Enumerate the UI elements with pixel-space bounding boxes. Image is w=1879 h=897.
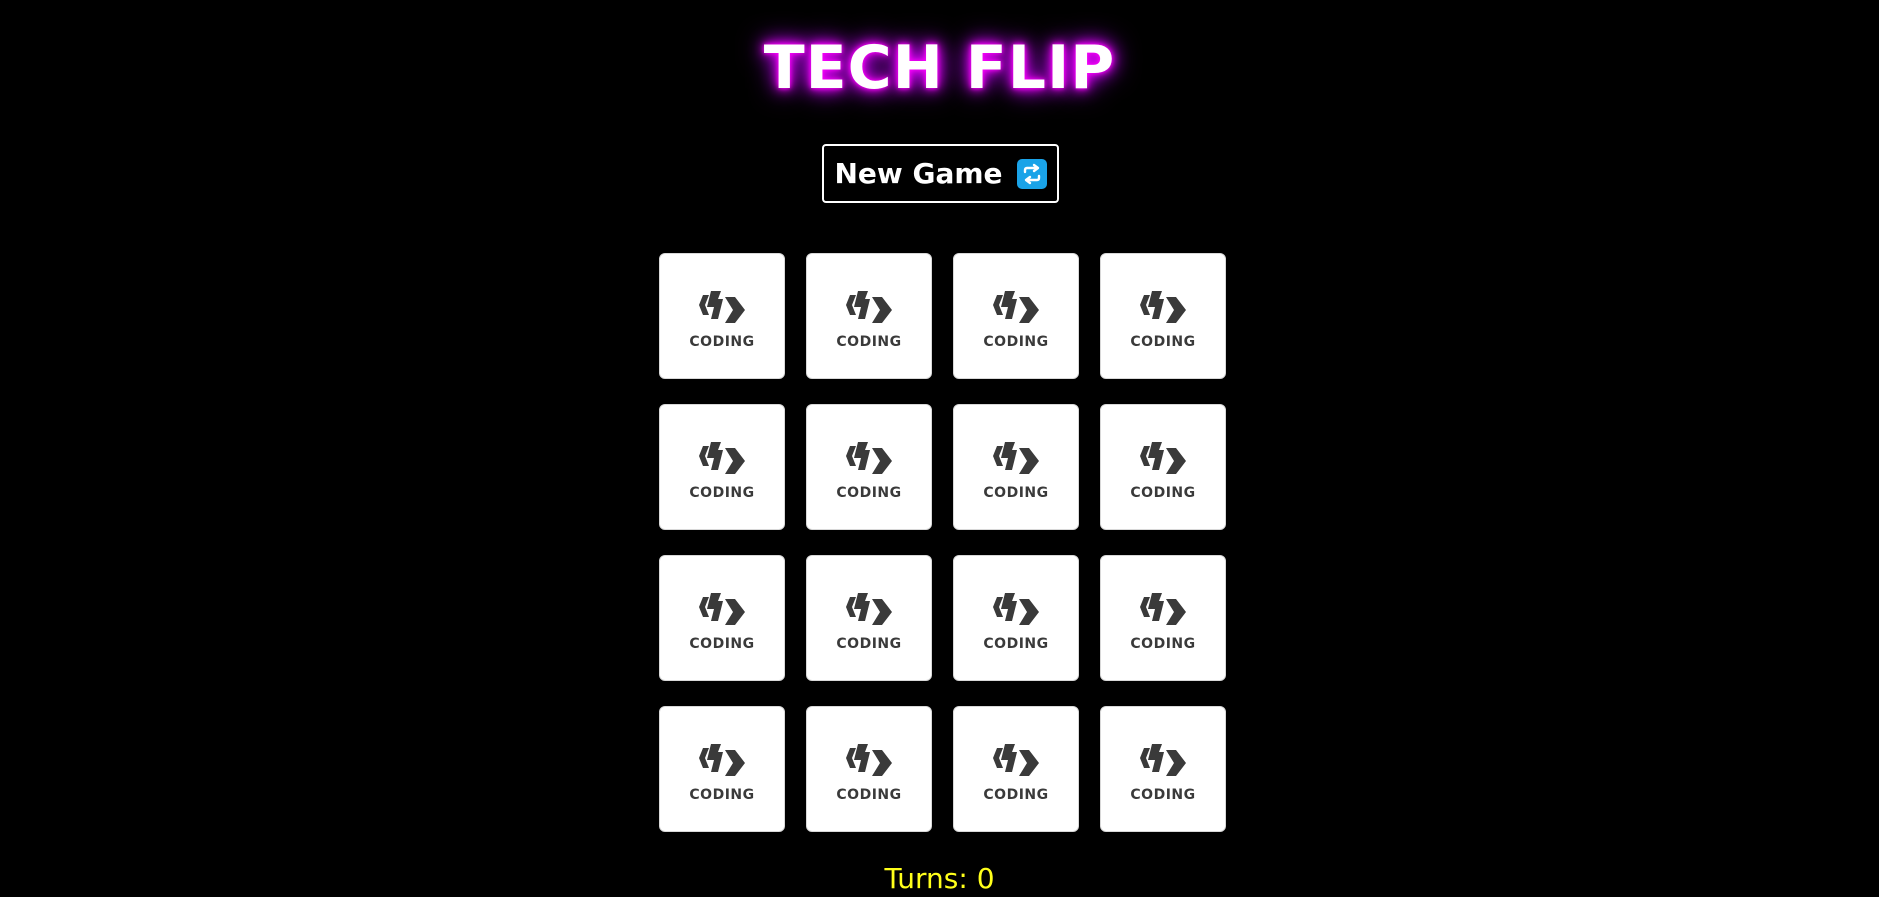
card-label: CODING [689,786,755,803]
card-label: CODING [689,635,755,652]
coding-logo-icon [697,283,747,332]
card-label: CODING [836,333,902,350]
card-label: CODING [1130,333,1196,350]
card[interactable]: CODING [953,555,1079,681]
card-label: CODING [689,333,755,350]
card-label: CODING [1130,635,1196,652]
turns-counter: Turns: 0 [0,862,1879,895]
new-game-button[interactable]: New Game [822,144,1059,203]
card-label: CODING [836,484,902,501]
card[interactable]: CODING [1100,253,1226,379]
memory-game-app: TECH FLIP New Game CODING CODING CODING COD… [0,0,1879,897]
coding-logo-icon [991,434,1041,483]
coding-logo-icon [1138,283,1188,332]
coding-logo-icon [844,283,894,332]
card-label: CODING [1130,484,1196,501]
card[interactable]: CODING [806,404,932,530]
card[interactable]: CODING [1100,706,1226,832]
refresh-icon [1016,158,1047,189]
coding-logo-icon [991,585,1041,634]
coding-logo-icon [1138,585,1188,634]
coding-logo-icon [844,585,894,634]
coding-logo-icon [844,434,894,483]
coding-logo-icon [697,434,747,483]
turns-label: Turns: [884,862,968,895]
card[interactable]: CODING [659,404,785,530]
card-label: CODING [983,333,1049,350]
card-label: CODING [1130,786,1196,803]
coding-logo-icon [697,736,747,785]
card-label: CODING [983,635,1049,652]
coding-logo-icon [1138,736,1188,785]
game-title: TECH FLIP [763,33,1116,103]
card[interactable]: CODING [806,706,932,832]
coding-logo-icon [1138,434,1188,483]
coding-logo-icon [697,585,747,634]
card-label: CODING [983,484,1049,501]
new-game-label: New Game [834,157,1003,190]
card[interactable]: CODING [953,706,1079,832]
card[interactable]: CODING [659,706,785,832]
card-label: CODING [836,635,902,652]
card[interactable]: CODING [659,253,785,379]
card[interactable]: CODING [953,404,1079,530]
card[interactable]: CODING [659,555,785,681]
card-label: CODING [689,484,755,501]
card[interactable]: CODING [806,555,932,681]
card[interactable]: CODING [1100,404,1226,530]
coding-logo-icon [844,736,894,785]
card-grid: CODING CODING CODING CODING CODING CODING CODI… [659,253,1226,832]
coding-logo-icon [991,736,1041,785]
card[interactable]: CODING [953,253,1079,379]
card-label: CODING [983,786,1049,803]
coding-logo-icon [991,283,1041,332]
card[interactable]: CODING [806,253,932,379]
card[interactable]: CODING [1100,555,1226,681]
turns-value: 0 [976,862,995,895]
card-label: CODING [836,786,902,803]
